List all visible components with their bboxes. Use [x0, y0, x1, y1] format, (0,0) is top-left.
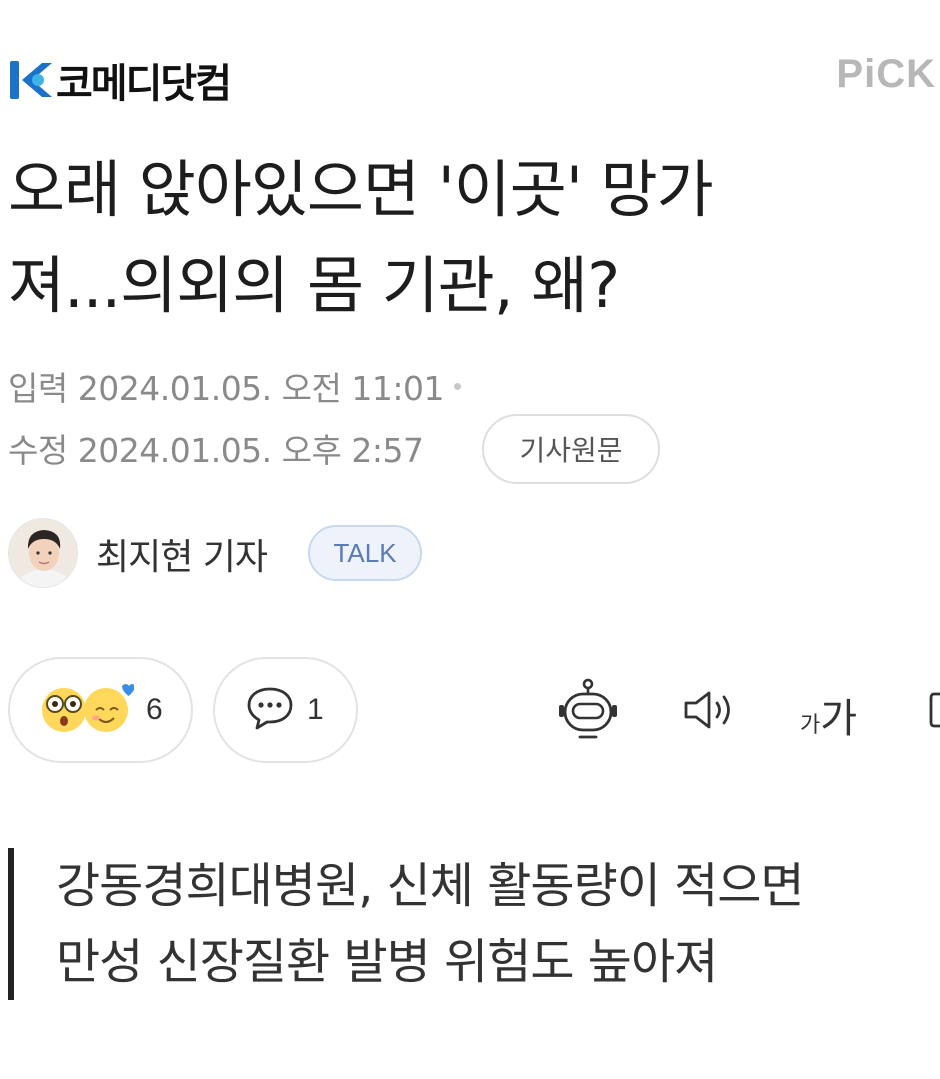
share-icon[interactable]: [928, 690, 940, 730]
summary-line-2: 만성 신장질환 발병 위험도 높아져: [56, 934, 718, 990]
summary-line-1: 강동경희대병원, 신체 활동량이 적으면: [56, 858, 805, 914]
font-size-large-label: 가: [820, 696, 858, 742]
brand-logo-mark: [8, 57, 54, 103]
reaction-count: 6: [146, 693, 163, 726]
comment-button[interactable]: 1: [213, 657, 358, 763]
reaction-emoji-icon: [38, 680, 135, 740]
font-size-icon[interactable]: 가가: [800, 686, 857, 744]
comment-count: 1: [307, 693, 324, 726]
reaction-button[interactable]: 6: [8, 657, 193, 763]
robot-summary-icon[interactable]: [552, 672, 624, 748]
published-label: 입력: [8, 369, 68, 408]
article-title: 오래 앉아있으면 '이곳' 망가 져...의외의 몸 기관, 왜?: [8, 142, 933, 334]
talk-button[interactable]: TALK: [308, 525, 422, 581]
article-summary: 강동경희대병원, 신체 활동량이 적으면 만성 신장질환 발병 위험도 높아져: [8, 848, 928, 1000]
title-line-1: 오래 앉아있으면 '이곳' 망가: [8, 153, 714, 226]
published-date-row: 입력 2024.01.05. 오전 11:01: [8, 362, 461, 410]
comment-bubble-icon: [245, 685, 295, 735]
speaker-icon[interactable]: [680, 672, 740, 748]
brand-name: 코메디닷컴: [56, 61, 232, 107]
title-line-2: 져...의외의 몸 기관, 왜?: [8, 249, 620, 322]
brand-logo[interactable]: 코메디닷컴: [8, 52, 232, 108]
reporter-avatar[interactable]: [8, 518, 78, 588]
modified-label: 수정: [8, 431, 68, 470]
modified-date-row: 수정 2024.01.05. 오후 2:57: [8, 424, 424, 472]
separator-dot: [453, 382, 461, 390]
font-size-small-label: 가: [800, 713, 821, 738]
pick-badge[interactable]: PiCK: [836, 52, 936, 97]
modified-date: 2024.01.05. 오후 2:57: [77, 431, 424, 470]
original-article-button[interactable]: 기사원문: [482, 414, 660, 484]
reporter-name[interactable]: 최지현 기자: [96, 528, 268, 580]
published-date: 2024.01.05. 오전 11:01: [77, 369, 445, 408]
